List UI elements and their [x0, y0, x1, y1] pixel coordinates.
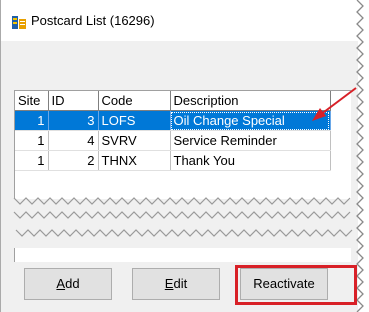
cell-code: SVRV: [98, 130, 171, 151]
add-button[interactable]: Add: [24, 268, 112, 300]
column-header-id[interactable]: ID: [48, 91, 99, 111]
cell-code: LOFS: [98, 110, 171, 131]
add-button-label: dd: [65, 276, 80, 291]
table-row[interactable]: 1 2 THNX Thank You: [15, 150, 331, 171]
cell-site: 1: [15, 110, 49, 131]
window-title: Postcard List (16296): [31, 13, 155, 28]
cell-description: Service Reminder: [170, 130, 331, 151]
table-row[interactable]: 1 3 LOFS Oil Change Special: [15, 110, 331, 131]
cell-id: 4: [48, 130, 99, 151]
table-header-row: Site ID Code Description: [15, 91, 331, 111]
add-button-mnemonic: A: [56, 276, 66, 291]
reactivate-highlight-box: [235, 265, 357, 305]
cell-site: 1: [15, 130, 49, 151]
app-icon: [12, 16, 26, 29]
column-header-code[interactable]: Code: [98, 91, 171, 111]
cell-id: 3: [48, 110, 99, 131]
grid-lower-section: [14, 248, 351, 262]
table-row[interactable]: 1 4 SVRV Service Reminder: [15, 130, 331, 151]
torn-edge-divider: [13, 197, 353, 237]
cell-code: THNX: [98, 150, 171, 171]
cell-id: 2: [48, 150, 99, 171]
edit-button-label: dit: [173, 276, 188, 291]
postcard-table: Site ID Code Description 1 3 LOFS Oil Ch…: [15, 91, 331, 171]
column-header-site[interactable]: Site: [15, 91, 49, 111]
cell-description: Thank You: [170, 150, 331, 171]
annotation-arrow: [312, 87, 357, 121]
cell-site: 1: [15, 150, 49, 171]
torn-edge-right: [356, 0, 364, 312]
edit-button[interactable]: Edit: [132, 268, 220, 300]
title-bar[interactable]: Postcard List (16296): [1, 0, 358, 41]
